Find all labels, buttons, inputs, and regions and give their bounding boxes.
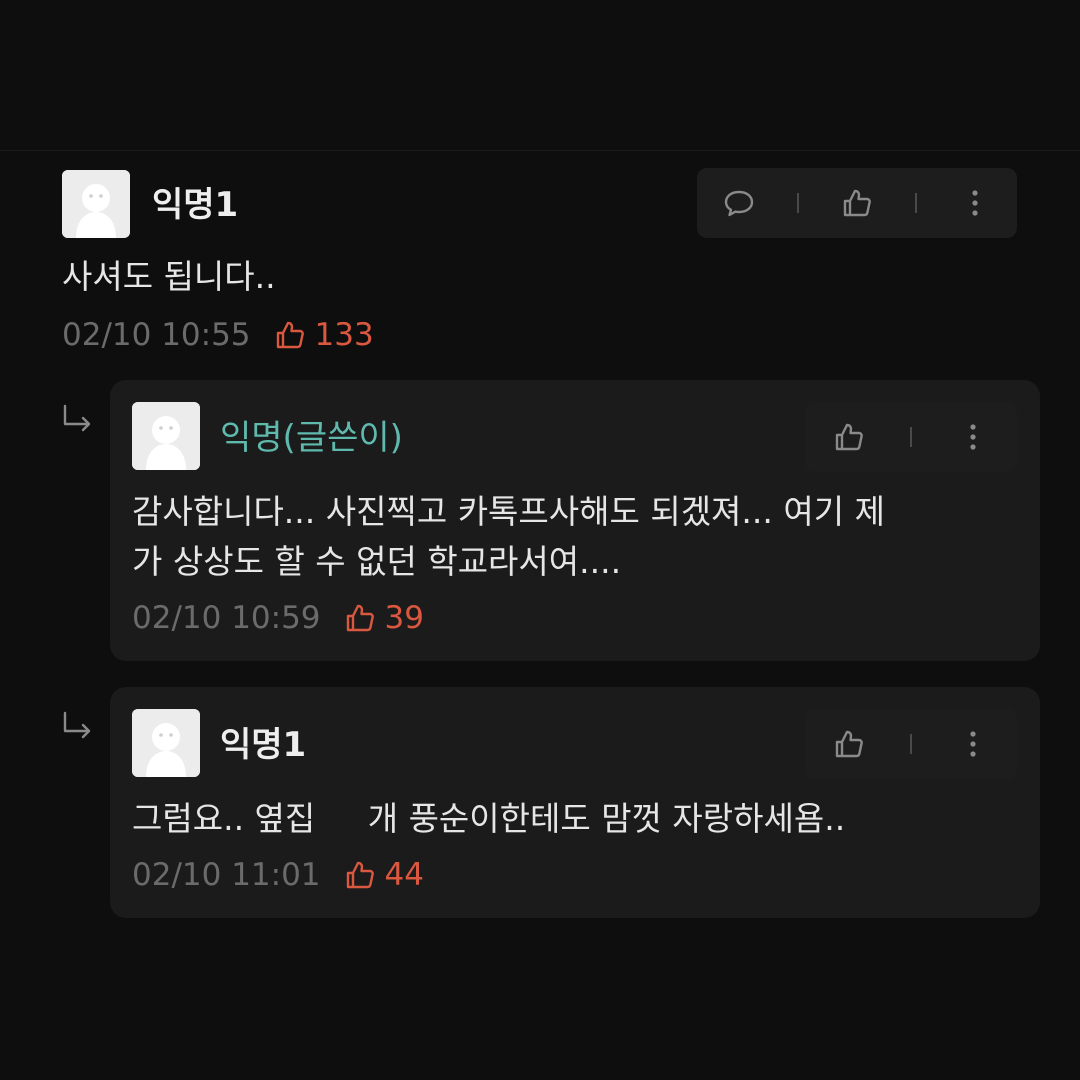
default-avatar-icon (132, 402, 200, 470)
reply-text-line: 그럼요.. 옆집 개 풍순이한테도 맘껏 자랑하세욤.. (132, 799, 846, 838)
reply-button[interactable] (712, 176, 766, 230)
like-count: 44 (343, 858, 424, 892)
thumbs-up-icon (346, 604, 374, 632)
thumbs-up-icon (843, 189, 871, 217)
avatar[interactable] (132, 709, 200, 777)
reply-actions (805, 402, 1017, 472)
separator (914, 193, 917, 213)
more-button[interactable] (946, 410, 1000, 464)
author-name-op: 익명(글쓴이) (220, 418, 403, 458)
reply-meta: 02/10 11:01 44 (132, 858, 424, 892)
thumbs-up-icon (346, 861, 374, 889)
author-name: 익명1 (220, 725, 307, 765)
speech-bubble-icon (725, 190, 754, 217)
top-divider (0, 150, 1080, 151)
more-vertical-icon (970, 731, 976, 757)
like-count-value: 44 (384, 856, 424, 893)
reply-meta: 02/10 10:59 39 (132, 601, 424, 635)
reply-arrow-icon (63, 404, 91, 432)
more-button[interactable] (946, 717, 1000, 771)
like-button[interactable] (830, 176, 884, 230)
separator (910, 734, 912, 754)
like-button[interactable] (822, 717, 876, 771)
author-name: 익명1 (152, 185, 239, 225)
like-count-value: 133 (314, 316, 374, 353)
avatar[interactable] (62, 170, 130, 238)
avatar[interactable] (132, 402, 200, 470)
reply-text-line: 감사합니다... 사진찍고 카톡프사해도 되겠져... 여기 제 (132, 492, 885, 531)
more-button[interactable] (948, 176, 1002, 230)
comment-text: 사셔도 됩니다.. (62, 257, 276, 296)
like-count: 39 (343, 601, 424, 635)
thumbs-up-icon (835, 423, 863, 451)
like-count: 133 (273, 318, 374, 352)
like-count-value: 39 (384, 599, 424, 636)
reply-actions (805, 709, 1017, 779)
reply-text-line: 가 상상도 할 수 없던 학교라서여.... (132, 542, 622, 581)
separator (797, 193, 800, 213)
thumbs-up-icon (276, 321, 304, 349)
like-button[interactable] (822, 410, 876, 464)
default-avatar-icon (132, 709, 200, 777)
thumbs-up-icon (835, 730, 863, 758)
reply-card: 익명(글쓴이) 감사합니다... 사진찍고 카톡프사해도 되겠져... 여기 제… (110, 380, 1040, 661)
default-avatar-icon (62, 170, 130, 238)
comment-meta: 02/10 10:55 133 (62, 318, 374, 352)
timestamp: 02/10 10:55 (62, 316, 251, 353)
timestamp: 02/10 11:01 (132, 856, 321, 893)
more-vertical-icon (971, 190, 978, 216)
timestamp: 02/10 10:59 (132, 599, 321, 636)
reply-card: 익명1 그럼요.. 옆집 개 풍순이한테도 맘껏 자랑하세욤.. 02/10 1… (110, 687, 1040, 918)
more-vertical-icon (970, 424, 976, 450)
separator (910, 427, 912, 447)
reply-arrow-icon (63, 711, 91, 739)
comment-actions (697, 168, 1017, 238)
